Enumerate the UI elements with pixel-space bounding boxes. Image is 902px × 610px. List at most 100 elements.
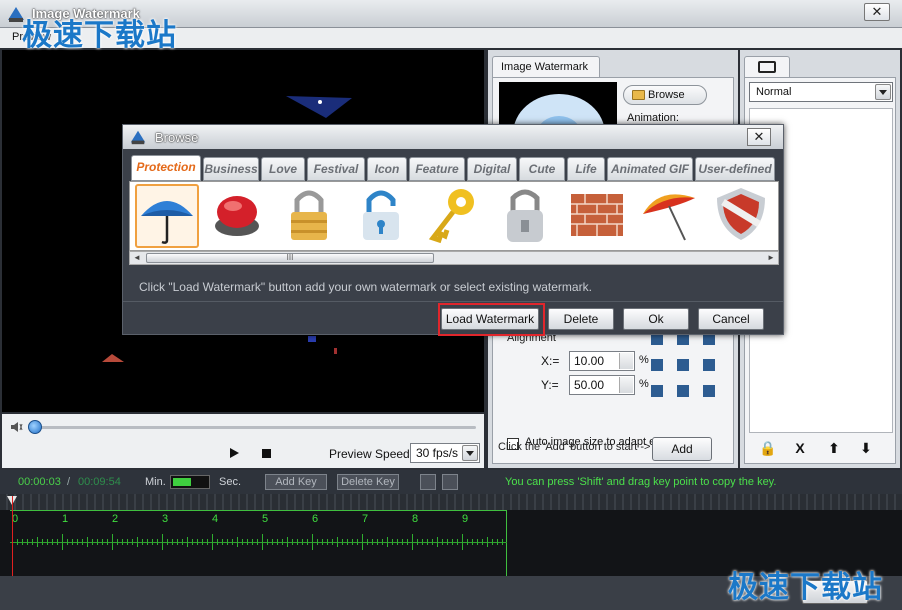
tab-animated-gif[interactable]: Animated GIF — [607, 157, 693, 181]
volume-icon[interactable] — [10, 420, 24, 434]
preview-speed-select[interactable]: 30 fps/s — [410, 443, 480, 463]
move-up-icon[interactable]: ⬆ — [825, 440, 843, 457]
tab-love[interactable]: Love — [261, 157, 305, 181]
x-position-input[interactable]: 10.00 — [569, 351, 635, 371]
x-percent: % — [639, 354, 649, 366]
scroll-left-icon[interactable]: ◄ — [131, 253, 143, 263]
brick-wall-icon[interactable] — [567, 184, 631, 248]
ruler-tick — [397, 539, 398, 545]
ok-button[interactable]: Ok — [623, 308, 689, 330]
lock-icon[interactable]: 🔒 — [759, 440, 777, 457]
ruler-tick — [142, 539, 143, 545]
tab-protection[interactable]: Protection — [131, 155, 201, 181]
ruler-tick — [427, 539, 428, 545]
delete-button[interactable]: Delete — [548, 308, 614, 330]
window-close-button[interactable]: ✕ — [864, 3, 890, 21]
ruler-number: 6 — [312, 513, 319, 525]
padlock-blue-icon[interactable] — [351, 184, 415, 248]
ruler-tick — [502, 539, 503, 545]
padlock-silver-icon[interactable] — [495, 184, 559, 248]
tab-life[interactable]: Life — [567, 157, 605, 181]
tab-festival[interactable]: Festival — [307, 157, 365, 181]
tab-business[interactable]: Business — [203, 157, 259, 181]
tab-feature[interactable]: Feature — [409, 157, 465, 181]
ruler-tick — [182, 539, 183, 545]
video-frame-shard — [286, 96, 352, 118]
ruler-tick — [367, 539, 368, 545]
chevron-down-icon[interactable] — [875, 84, 891, 100]
alignment-grid[interactable] — [651, 333, 715, 405]
browse-button[interactable]: Browse — [623, 85, 707, 105]
cancel-button[interactable]: Cancel — [698, 308, 764, 330]
add-key-button[interactable]: Add Key — [265, 474, 327, 490]
ruler-tick — [192, 539, 193, 545]
watermark-thumbnail — [499, 82, 617, 130]
y-spinner-icon[interactable] — [619, 377, 633, 393]
key-icon[interactable] — [423, 184, 487, 248]
delete-key-button[interactable]: Delete Key — [337, 474, 399, 490]
ruler-tick — [172, 539, 173, 545]
ruler-tick — [357, 539, 358, 545]
next-key-icon[interactable] — [442, 474, 458, 490]
red-button-icon[interactable] — [207, 184, 271, 248]
align-middle-right[interactable] — [703, 359, 715, 371]
scroll-thumb[interactable]: III — [146, 253, 434, 263]
padlock-gold-icon[interactable] — [279, 184, 343, 248]
shield-icon[interactable] — [711, 184, 775, 248]
ruler-header — [0, 494, 902, 510]
scroll-right-icon[interactable]: ► — [765, 253, 777, 263]
y-position-value: 50.00 — [574, 378, 605, 392]
ruler-tick — [207, 539, 208, 545]
ruler-tick — [492, 539, 493, 545]
move-down-icon[interactable]: ⬇ — [857, 440, 875, 457]
watermark-icon-strip[interactable] — [129, 181, 779, 251]
tab-image-watermark[interactable]: Image Watermark — [492, 56, 600, 78]
seek-handle[interactable] — [28, 420, 42, 434]
tab-icon[interactable]: Icon — [367, 157, 407, 181]
chevron-down-icon[interactable] — [462, 445, 478, 461]
ruler-tick — [437, 537, 438, 547]
ruler-tick — [407, 539, 408, 545]
ruler-tick — [32, 539, 33, 545]
align-bottom-center[interactable] — [677, 385, 689, 397]
ruler-tick — [37, 537, 38, 547]
ruler-tick — [162, 534, 163, 550]
tab-digital[interactable]: Digital — [467, 157, 517, 181]
dialog-close-button[interactable]: ✕ — [747, 128, 771, 146]
umbrella-icon[interactable] — [135, 184, 199, 248]
align-middle-left[interactable] — [651, 359, 663, 371]
seek-track[interactable] — [32, 426, 476, 429]
add-button[interactable]: Add — [652, 437, 712, 461]
align-bottom-right[interactable] — [703, 385, 715, 397]
play-icon[interactable] — [230, 448, 239, 458]
blend-mode-select[interactable]: Normal — [749, 82, 893, 102]
tab-user-defined[interactable]: User-defined — [695, 157, 775, 181]
prev-key-icon[interactable] — [420, 474, 436, 490]
y-position-input[interactable]: 50.00 — [569, 375, 635, 395]
dialog-title: Browse — [155, 130, 199, 145]
stop-icon[interactable] — [262, 449, 271, 458]
unit-toggle[interactable] — [170, 475, 210, 489]
delete-layer-icon[interactable]: X — [791, 440, 809, 456]
ruler-tick — [107, 539, 108, 545]
ruler-tick — [412, 534, 413, 550]
ruler-tick — [117, 539, 118, 545]
tab-cute[interactable]: Cute — [519, 157, 565, 181]
beach-umbrella-icon[interactable] — [639, 184, 703, 248]
align-middle-center[interactable] — [677, 359, 689, 371]
total-time: 00:09:54 — [78, 476, 121, 488]
add-hint: Click the 'Add' button to start -> — [498, 441, 651, 453]
animation-label: Animation: — [627, 112, 679, 124]
ruler-tick — [442, 539, 443, 545]
ruler-tick — [277, 539, 278, 545]
ruler-number: 7 — [362, 513, 369, 525]
dialog-app-icon — [130, 130, 146, 145]
ruler-tick — [497, 539, 498, 545]
x-spinner-icon[interactable] — [619, 353, 633, 369]
align-bottom-left[interactable] — [651, 385, 663, 397]
tab-layers[interactable] — [744, 56, 790, 78]
unit-min-label: Min. — [145, 476, 166, 488]
playhead[interactable] — [12, 496, 13, 576]
icon-strip-scrollbar[interactable]: ◄ III ► — [129, 251, 779, 265]
ruler-tick — [347, 539, 348, 545]
